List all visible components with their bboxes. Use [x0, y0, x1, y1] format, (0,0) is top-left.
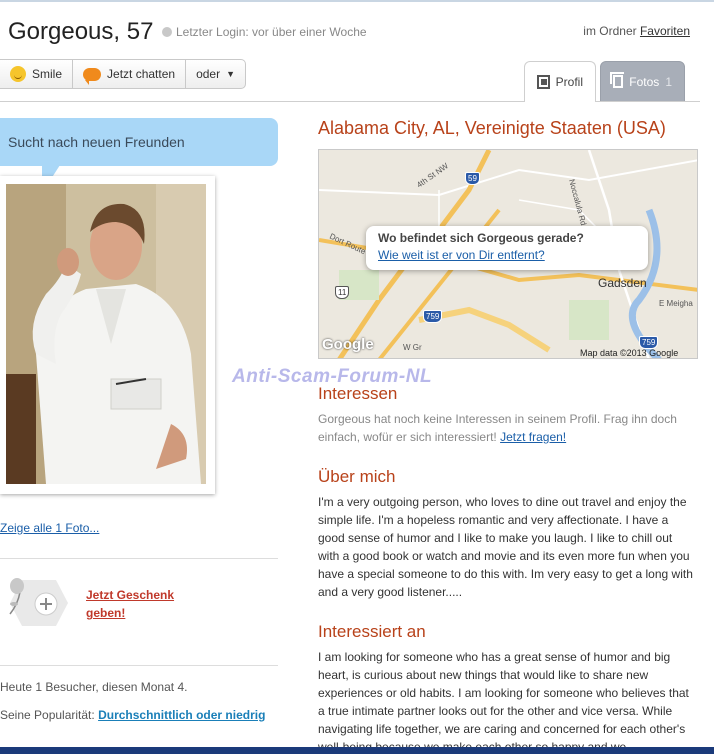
visitor-count: Heute 1 Besucher, diesen Monat 4.: [0, 680, 188, 694]
favorites-link[interactable]: Favoriten: [640, 24, 690, 38]
photos-icon: [609, 72, 625, 88]
interests-text: Gorgeous hat noch keine Interessen in se…: [318, 410, 696, 446]
ask-interests-link[interactable]: Jetzt fragen!: [500, 430, 566, 444]
about-text: I'm a very outgoing person, who loves to…: [318, 495, 693, 599]
svg-text:W Gr: W Gr: [403, 343, 422, 352]
action-bar: Smile Jetzt chatten oder ▼: [0, 59, 247, 89]
tab-profil[interactable]: Profil: [524, 61, 596, 102]
taskbar-strip: [0, 747, 714, 754]
profile-photo-image: [6, 184, 206, 484]
route-shield: 759: [423, 310, 443, 323]
about-title: Über mich: [318, 467, 396, 486]
interested-in-text: I am looking for someone who has a great…: [318, 650, 689, 754]
tab-fotos[interactable]: Fotos 1: [600, 61, 685, 102]
map-credit: Map data ©2013 Google: [580, 348, 679, 358]
chevron-down-icon: ▼: [226, 69, 236, 79]
interests-body: Gorgeous hat noch keine Interessen in se…: [318, 412, 677, 444]
distance-link[interactable]: Wie weit ist er von Dir entfernt?: [378, 248, 636, 262]
send-gift-link[interactable]: Jetzt Geschenk geben!: [86, 586, 174, 622]
map-popup-question: Wo befindet sich Gorgeous gerade?: [378, 231, 584, 245]
route-shield: 59: [465, 172, 480, 185]
send-gift-line2: geben!: [86, 606, 126, 620]
folder-info: im Ordner Favoriten: [583, 24, 690, 38]
folder-prefix: im Ordner: [583, 24, 637, 38]
popularity-row: Seine Popularität: Durchschnittlich oder…: [0, 708, 265, 722]
more-label: oder: [196, 67, 221, 81]
route-shield: 11: [335, 286, 350, 299]
profile-card-icon: [537, 75, 550, 89]
offline-status-dot: [162, 27, 172, 37]
tab-fotos-label: Fotos: [629, 74, 660, 89]
status-bubble: Sucht nach neuen Freunden: [0, 118, 278, 166]
location-heading: Alabama City, AL, Vereinigte Staaten (US…: [318, 118, 666, 138]
smile-button[interactable]: Smile: [0, 60, 74, 88]
interests-title: Interessen: [318, 384, 398, 403]
interested-in-title: Interessiert an: [318, 622, 426, 641]
smile-label: Smile: [32, 67, 63, 81]
google-logo: Google: [322, 336, 374, 353]
tab-profil-label: Profil: [555, 75, 583, 89]
divider: [0, 558, 278, 559]
last-login-text: Letzter Login: vor über einer Woche: [176, 25, 367, 39]
profile-photo[interactable]: [6, 184, 206, 484]
chat-label: Jetzt chatten: [107, 67, 176, 81]
gift-rose-icon[interactable]: [0, 574, 70, 632]
more-dropdown[interactable]: oder ▼: [186, 60, 245, 88]
map-popup: Wo befindet sich Gorgeous gerade? Wie we…: [366, 226, 648, 270]
divider: [0, 665, 278, 666]
smile-icon: [10, 66, 26, 82]
see-all-photos-link[interactable]: Zeige alle 1 Foto...: [0, 521, 99, 535]
popularity-label: Seine Popularität:: [0, 708, 95, 722]
chat-bubble-icon: [83, 67, 102, 85]
profile-name-age: Gorgeous, 57: [8, 18, 154, 45]
top-border: [0, 0, 714, 2]
chat-button[interactable]: Jetzt chatten: [73, 60, 187, 88]
popularity-link[interactable]: Durchschnittlich oder niedrig: [98, 708, 265, 722]
fotos-count: 1: [665, 74, 672, 89]
svg-text:E Meigha: E Meigha: [659, 299, 693, 308]
map-city-label: Gadsden: [598, 276, 647, 290]
profile-photo-frame[interactable]: [0, 176, 215, 494]
send-gift-line1: Jetzt Geschenk: [86, 588, 175, 602]
